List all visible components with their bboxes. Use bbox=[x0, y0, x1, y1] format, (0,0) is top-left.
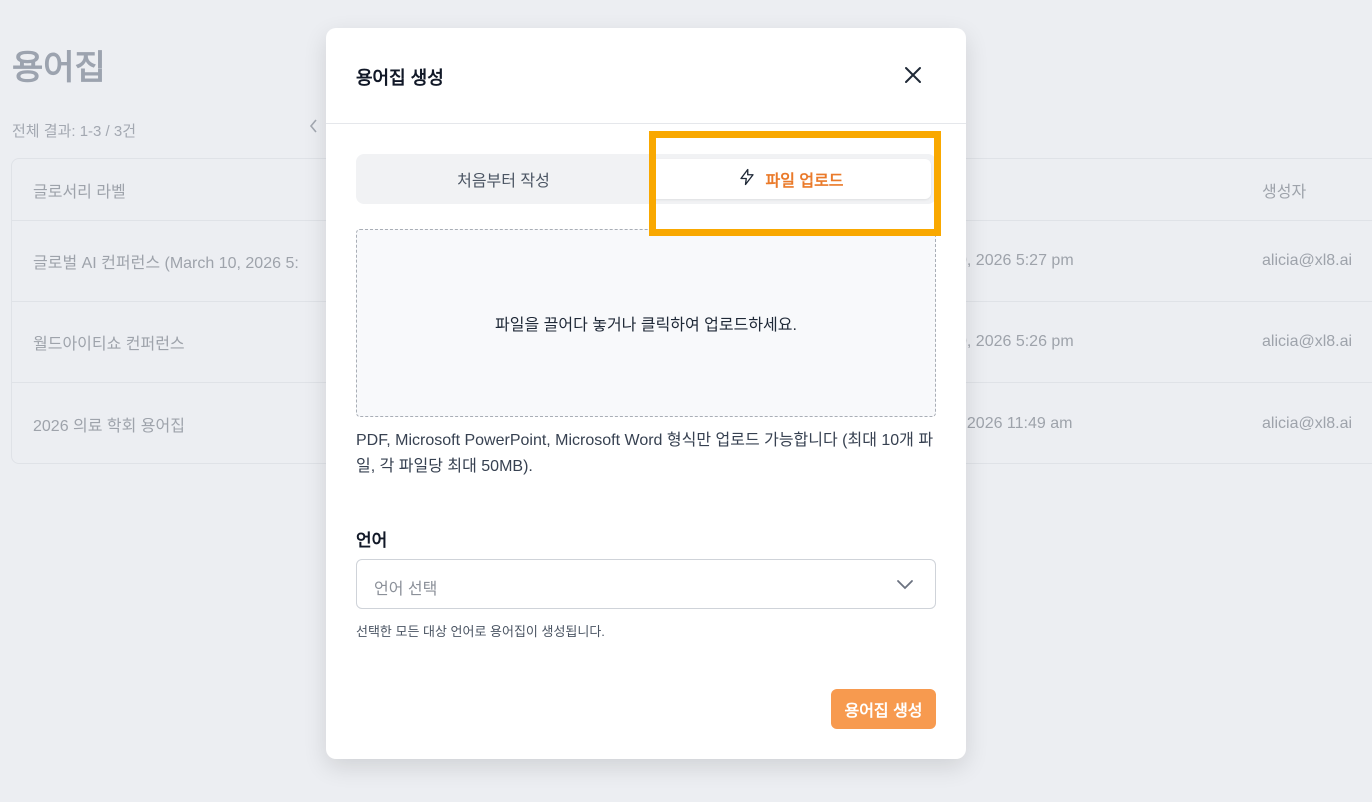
tab-label: 처음부터 작성 bbox=[457, 173, 550, 190]
row-creator: alicia@xl8.ai bbox=[1262, 414, 1353, 432]
language-placeholder: 언어 선택 bbox=[374, 581, 438, 598]
page-title: 용어집 bbox=[12, 49, 106, 87]
row-date: 0, 2026 5:27 pm bbox=[958, 252, 1074, 269]
language-label: 언어 bbox=[356, 531, 388, 550]
row-creator: alicia@xl8.ai bbox=[1262, 252, 1353, 269]
mode-tabs: 처음부터 작성 파일 업로드 bbox=[356, 154, 936, 204]
close-icon[interactable] bbox=[900, 62, 926, 88]
header-label: 글로서리 라벨 bbox=[33, 183, 126, 201]
modal-header: 용어집 생성 bbox=[326, 28, 966, 124]
chevron-left-icon[interactable] bbox=[308, 118, 320, 139]
tab-file-upload[interactable]: 파일 업로드 bbox=[651, 159, 931, 199]
header-creator: 생성자 bbox=[1262, 183, 1307, 201]
chevron-down-icon bbox=[895, 576, 915, 597]
file-dropzone[interactable]: 파일을 끌어다 놓거나 클릭하여 업로드하세요. bbox=[356, 229, 936, 417]
row-label: 글로벌 AI 컨퍼런스 (March 10, 2026 5: bbox=[33, 255, 299, 272]
row-label: 2026 의료 학회 용어집 bbox=[33, 417, 185, 435]
lightning-icon bbox=[738, 168, 765, 191]
tab-create-from-scratch[interactable]: 처음부터 작성 bbox=[361, 159, 646, 199]
create-glossary-button[interactable]: 용어집 생성 bbox=[831, 689, 936, 729]
dropzone-text: 파일을 끌어다 놓거나 클릭하여 업로드하세요. bbox=[495, 317, 797, 334]
row-label: 월드아이티쇼 컨퍼런스 bbox=[33, 336, 185, 353]
tab-label: 파일 업로드 bbox=[765, 173, 844, 190]
row-creator: alicia@xl8.ai bbox=[1262, 333, 1353, 350]
file-format-hint: PDF, Microsoft PowerPoint, Microsoft Wor… bbox=[356, 432, 934, 475]
result-count: 전체 결과: 1-3 / 3건 bbox=[12, 123, 137, 140]
row-date: 0, 2026 5:26 pm bbox=[958, 333, 1074, 350]
row-date: , 2026 11:49 am bbox=[958, 414, 1073, 432]
language-select[interactable]: 언어 선택 bbox=[356, 559, 936, 609]
language-help-text: 선택한 모든 대상 언어로 용어집이 생성됩니다. bbox=[356, 624, 605, 639]
modal-title: 용어집 생성 bbox=[356, 68, 444, 88]
create-glossary-modal: 용어집 생성 처음부터 작성 파일 업로드 파일을 끌어다 놓거나 클릭하여 업… bbox=[326, 28, 966, 759]
